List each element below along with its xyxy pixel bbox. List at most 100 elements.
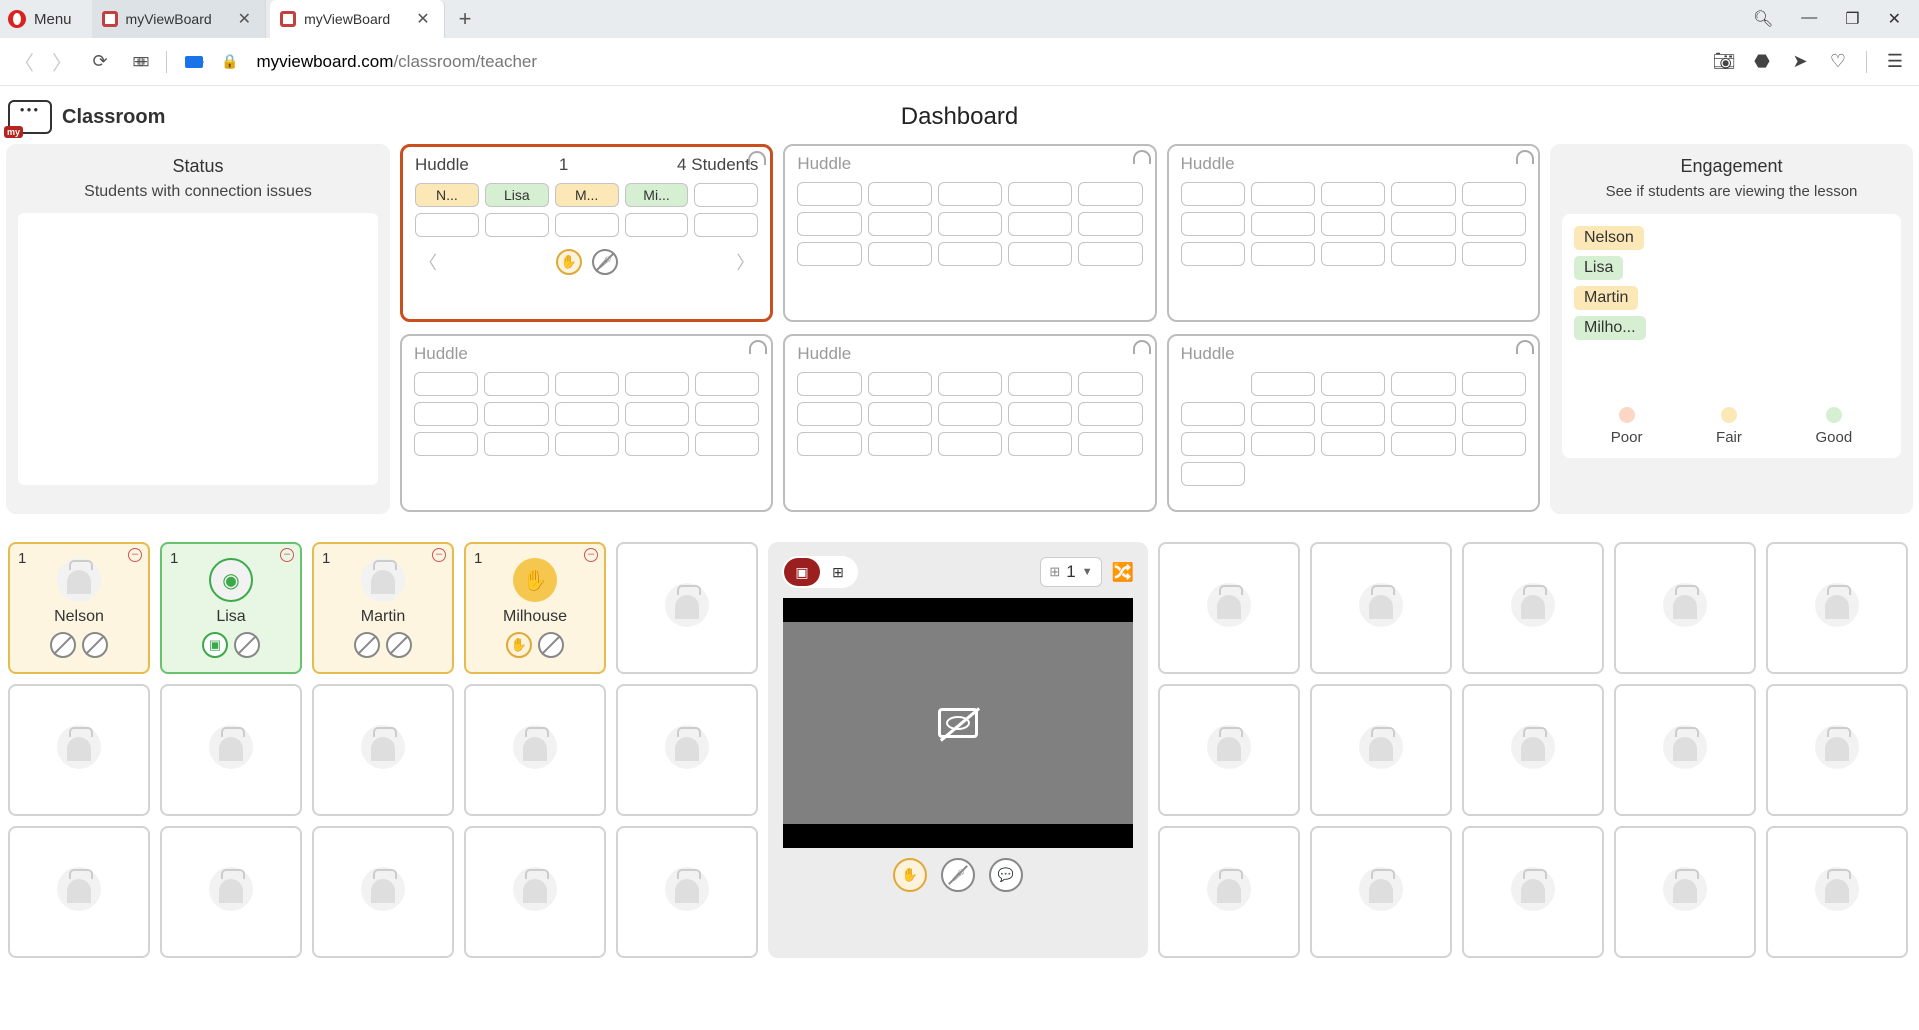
huddle-empty-slot[interactable]: [1462, 242, 1526, 266]
engagement-chip[interactable]: Milho...: [1574, 316, 1646, 340]
student-card-martin[interactable]: 1 – Martin: [312, 542, 454, 674]
student-card-milhouse[interactable]: 1 – ✋ Milhouse ✋: [464, 542, 606, 674]
huddle-empty-slot[interactable]: [555, 372, 619, 396]
huddle-empty-slot[interactable]: [1078, 432, 1142, 456]
speed-dial-icon[interactable]: [128, 52, 148, 72]
student-card-empty[interactable]: [1310, 826, 1452, 958]
huddle-student-slot[interactable]: Lisa: [485, 183, 549, 207]
huddle-empty-slot[interactable]: [797, 182, 861, 206]
tab-close-icon[interactable]: ✕: [238, 9, 251, 29]
huddle-empty-slot[interactable]: [1321, 432, 1385, 456]
huddle-empty-slot[interactable]: [868, 432, 932, 456]
student-card-empty[interactable]: [1310, 684, 1452, 816]
huddle-empty-slot[interactable]: [797, 212, 861, 236]
huddle-empty-slot[interactable]: [555, 432, 619, 456]
expand-icon[interactable]: [1133, 340, 1151, 354]
nav-back-icon[interactable]: 〈: [14, 47, 34, 76]
mute-mic-icon[interactable]: [50, 632, 76, 658]
student-card-empty[interactable]: [160, 684, 302, 816]
view-toggle[interactable]: ▣ ⊞: [782, 556, 858, 588]
student-card-empty[interactable]: [1462, 826, 1604, 958]
student-card-lisa[interactable]: 1 – ◉ Lisa ▣: [160, 542, 302, 674]
huddle-empty-slot[interactable]: [1251, 402, 1315, 426]
mute-mic-icon[interactable]: 🎤︎: [592, 249, 618, 275]
huddle-empty-slot[interactable]: [868, 212, 932, 236]
disable-cam-icon[interactable]: [82, 632, 108, 658]
huddle-empty-slot[interactable]: [1391, 242, 1455, 266]
huddle-empty-slot[interactable]: [797, 432, 861, 456]
next-icon[interactable]: 〉: [736, 249, 754, 275]
huddle-empty-slot[interactable]: [1462, 372, 1526, 396]
huddle-empty-slot[interactable]: [1181, 182, 1245, 206]
url-bar[interactable]: myviewboard.com/classroom/teacher: [256, 52, 1696, 72]
reload-icon[interactable]: ⟳: [90, 52, 110, 72]
huddle-empty-slot[interactable]: [938, 402, 1002, 426]
huddle-card[interactable]: Huddle: [1167, 144, 1540, 322]
engagement-chip[interactable]: Lisa: [1574, 256, 1623, 280]
huddle-empty-slot[interactable]: [1008, 212, 1072, 236]
huddle-empty-slot[interactable]: [797, 402, 861, 426]
huddle-empty-slot[interactable]: [415, 213, 479, 237]
video-preview[interactable]: [783, 598, 1133, 848]
easy-setup-icon[interactable]: ☰: [1885, 52, 1905, 72]
huddle-empty-slot[interactable]: [1251, 432, 1315, 456]
huddle-empty-slot[interactable]: [938, 242, 1002, 266]
student-card-empty[interactable]: [1766, 542, 1908, 674]
student-card-empty[interactable]: [1766, 684, 1908, 816]
mute-mic-icon[interactable]: 🎤︎: [941, 858, 975, 892]
count-select[interactable]: ⊞ 1 ▼: [1040, 557, 1101, 587]
close-window-icon[interactable]: ✕: [1888, 9, 1901, 29]
student-card-nelson[interactable]: 1 – Nelson: [8, 542, 150, 674]
huddle-student-slot[interactable]: N...: [415, 183, 479, 207]
raise-hand-icon[interactable]: ✋: [506, 632, 532, 658]
huddle-empty-slot[interactable]: [625, 213, 689, 237]
huddle-empty-slot[interactable]: [938, 182, 1002, 206]
raise-hand-icon[interactable]: ✋: [556, 249, 582, 275]
opera-icon[interactable]: [8, 10, 26, 28]
disable-cam-icon[interactable]: [386, 632, 412, 658]
huddle-empty-slot[interactable]: [1251, 372, 1315, 396]
huddle-empty-slot[interactable]: [414, 432, 478, 456]
huddle-student-slot[interactable]: Mi...: [625, 183, 689, 207]
disable-cam-icon[interactable]: [234, 632, 260, 658]
huddle-empty-slot[interactable]: [695, 402, 759, 426]
huddle-card[interactable]: Huddle: [783, 334, 1156, 512]
view-single-icon[interactable]: ▣: [784, 558, 820, 586]
student-card-empty[interactable]: [464, 684, 606, 816]
camera-permission-icon[interactable]: [185, 56, 203, 68]
huddle-empty-slot[interactable]: [1251, 182, 1315, 206]
huddle-empty-slot[interactable]: [938, 212, 1002, 236]
huddle-empty-slot[interactable]: [555, 213, 619, 237]
student-card-empty[interactable]: [616, 542, 758, 674]
huddle-empty-slot[interactable]: [1008, 242, 1072, 266]
student-card-empty[interactable]: [312, 826, 454, 958]
prev-icon[interactable]: 〈: [419, 249, 437, 275]
huddle-empty-slot[interactable]: [484, 372, 548, 396]
huddle-empty-slot[interactable]: [797, 242, 861, 266]
student-card-empty[interactable]: [1614, 542, 1756, 674]
huddle-empty-slot[interactable]: [625, 432, 689, 456]
huddle-empty-slot[interactable]: [1462, 432, 1526, 456]
presenting-icon[interactable]: ▣: [202, 632, 228, 658]
new-tab-button[interactable]: +: [449, 6, 482, 32]
huddle-empty-slot[interactable]: [868, 182, 932, 206]
huddle-empty-slot[interactable]: [868, 372, 932, 396]
student-card-empty[interactable]: [1614, 684, 1756, 816]
student-card-empty[interactable]: [1614, 826, 1756, 958]
student-card-empty[interactable]: [1158, 684, 1300, 816]
student-card-empty[interactable]: [1462, 542, 1604, 674]
remove-icon[interactable]: –: [432, 548, 446, 562]
huddle-empty-slot[interactable]: [1462, 402, 1526, 426]
minimize-icon[interactable]: —: [1801, 9, 1817, 29]
student-card-empty[interactable]: [8, 684, 150, 816]
student-card-empty[interactable]: [464, 826, 606, 958]
huddle-student-slot[interactable]: M...: [555, 183, 619, 207]
huddle-empty-slot[interactable]: [695, 372, 759, 396]
huddle-empty-slot[interactable]: [1078, 242, 1142, 266]
huddle-empty-slot[interactable]: [1078, 212, 1142, 236]
disable-cam-icon[interactable]: [538, 632, 564, 658]
huddle-empty-slot[interactable]: [1391, 402, 1455, 426]
huddle-card[interactable]: Huddle: [783, 144, 1156, 322]
student-card-empty[interactable]: [8, 826, 150, 958]
student-card-empty[interactable]: [616, 826, 758, 958]
